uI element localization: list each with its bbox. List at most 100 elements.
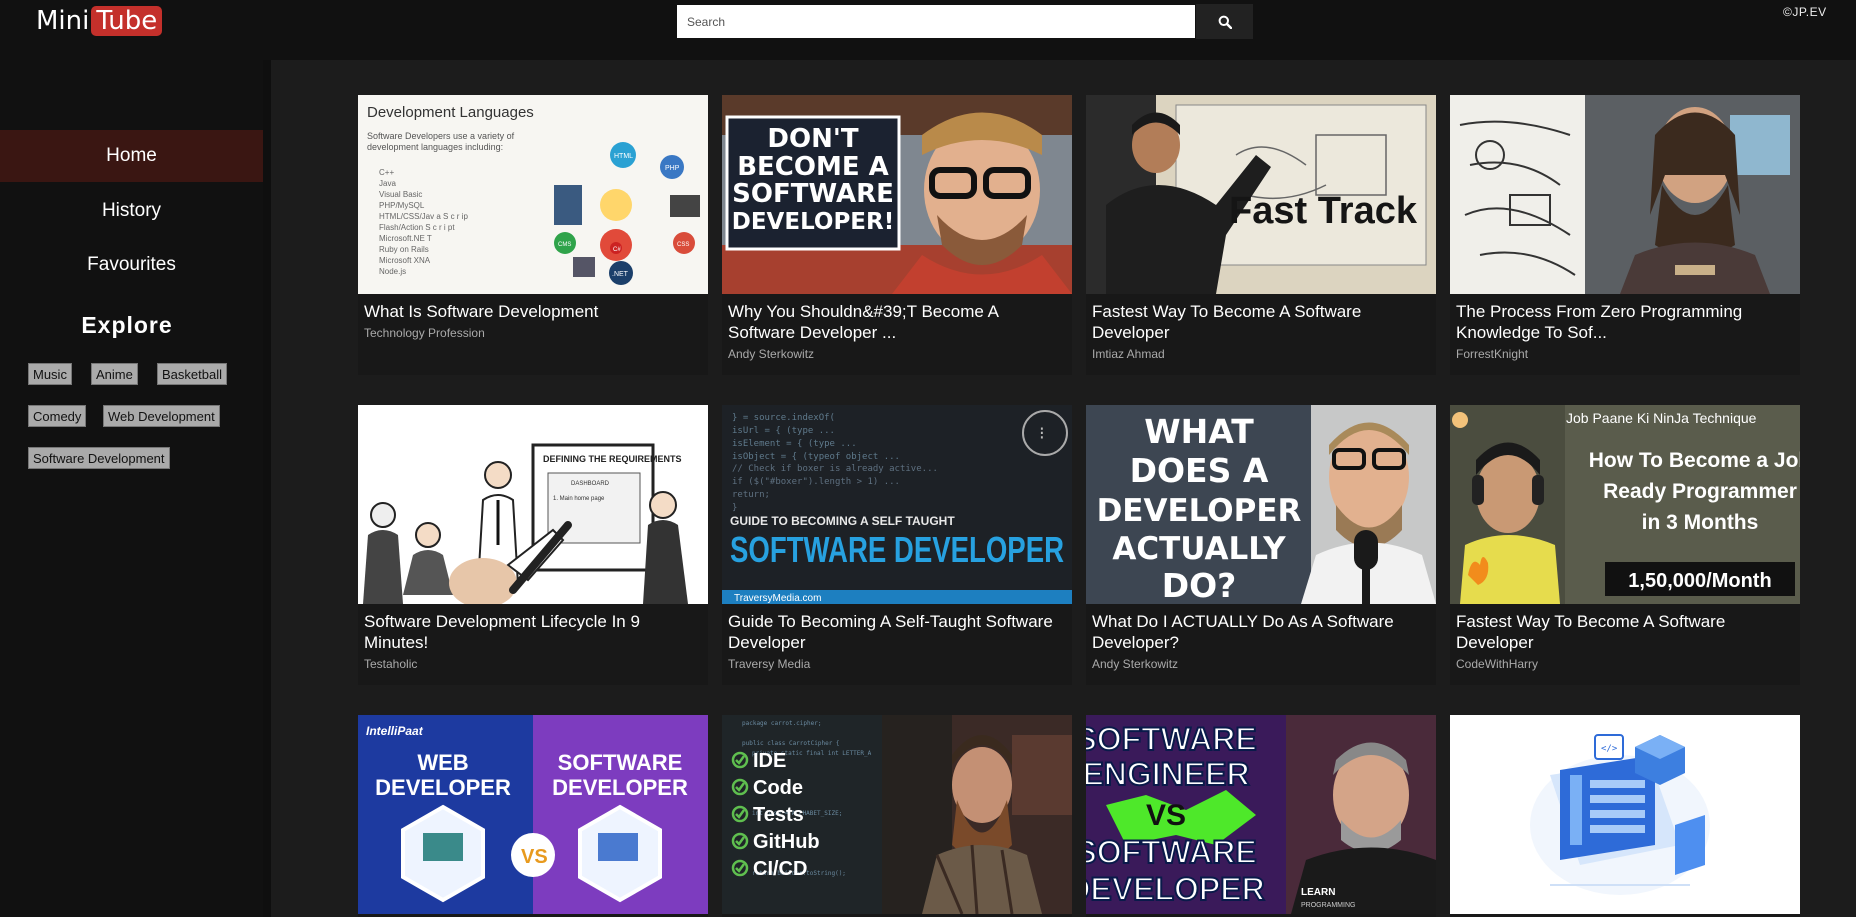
svg-text:PHP: PHP <box>665 165 680 172</box>
svg-text:WHAT: WHAT <box>1144 412 1254 451</box>
svg-text:Microsoft XNA: Microsoft XNA <box>379 256 431 265</box>
video-thumbnail[interactable]: package carrot.cipher; public class Carr… <box>722 715 1072 914</box>
tag-music[interactable]: Music <box>28 363 72 385</box>
tag-comedy[interactable]: Comedy <box>28 405 87 427</box>
video-channel[interactable]: ForrestKnight <box>1450 343 1800 361</box>
svg-text:GitHub: GitHub <box>753 831 820 853</box>
video-card[interactable]: IntelliPaat WEB DEVELOPER SOFTWARE DEVEL… <box>358 715 708 917</box>
video-channel[interactable]: Testaholic <box>358 653 708 671</box>
tag-anime[interactable]: Anime <box>91 363 138 385</box>
video-title[interactable]: What Do I ACTUALLY Do As A Software Deve… <box>1086 604 1436 653</box>
svg-text:isElement = { (type ...: isElement = { (type ... <box>732 439 857 449</box>
tag-web-development[interactable]: Web Development <box>103 405 220 427</box>
video-card[interactable]: WHAT DOES A DEVELOPER ACTUALLY DO? What … <box>1086 405 1436 685</box>
video-channel[interactable]: Imtiaz Ahmad <box>1086 343 1436 361</box>
svg-text:LEARN: LEARN <box>1301 887 1335 898</box>
nav-home[interactable]: Home <box>0 130 263 182</box>
svg-text:1. Main home page: 1. Main home page <box>553 496 605 502</box>
video-title[interactable]: Why You Shouldn&#39;T Become A Software … <box>722 294 1072 343</box>
search-input[interactable] <box>677 5 1195 38</box>
search-button[interactable] <box>1196 4 1253 39</box>
video-thumbnail[interactable]: DON'T BECOME A SOFTWARE DEVELOPER! <box>722 95 1072 294</box>
video-thumbnail[interactable]: Job Paane Ki NinJa Technique How To Beco… <box>1450 405 1800 604</box>
video-thumbnail[interactable]: Development Languages Software Developer… <box>358 95 708 294</box>
svg-text:in 3 Months: in 3 Months <box>1642 511 1759 534</box>
svg-text:BECOME A: BECOME A <box>737 152 889 182</box>
video-card[interactable]: } = source.indexOf( isUrl = { (type ... … <box>722 405 1072 685</box>
video-channel[interactable]: Andy Sterkowitz <box>722 343 1072 361</box>
video-card[interactable]: Fast Track Fastest Way To Become A Softw… <box>1086 95 1436 375</box>
svg-text:return;: return; <box>732 490 770 500</box>
video-thumbnail[interactable] <box>1450 95 1800 294</box>
svg-text:Node.js: Node.js <box>379 267 406 276</box>
svg-text:DEVELOPER: DEVELOPER <box>1086 871 1265 907</box>
svg-text:PROGRAMMING: PROGRAMMING <box>1301 902 1355 909</box>
svg-text:SOFTWARE: SOFTWARE <box>1086 721 1257 757</box>
svg-text:Ruby on Rails: Ruby on Rails <box>379 245 429 254</box>
svg-text:DEVELOPER!: DEVELOPER! <box>732 209 894 235</box>
nav-favourites[interactable]: Favourites <box>0 239 263 291</box>
video-channel[interactable]: Technology Profession <box>358 322 708 340</box>
video-card[interactable]: </> <box>1450 715 1800 917</box>
svg-text:isUrl = { (type ...: isUrl = { (type ... <box>732 426 835 436</box>
explore-heading: Explore <box>81 312 173 338</box>
svg-text:Java: Java <box>379 179 396 188</box>
nav-history[interactable]: History <box>0 185 263 237</box>
svg-text:SOFTWARE: SOFTWARE <box>558 750 683 775</box>
video-thumbnail[interactable]: } = source.indexOf( isUrl = { (type ... … <box>722 405 1072 604</box>
svg-text:isObject = { (typeof object .: isObject = { (typeof object ... <box>732 452 900 462</box>
svg-text:How To Become a Job: How To Become a Job <box>1589 449 1800 472</box>
video-thumbnail[interactable]: </> <box>1450 715 1800 914</box>
video-title[interactable]: What Is Software Development <box>358 294 708 322</box>
svg-text:Microsoft.NE T: Microsoft.NE T <box>379 234 432 243</box>
video-card[interactable]: Development Languages Software Developer… <box>358 95 708 375</box>
svg-text:.NET: .NET <box>612 271 629 278</box>
svg-text:development languages includin: development languages including: <box>367 142 503 152</box>
video-title[interactable]: Guide To Becoming A Self-Taught Software… <box>722 604 1072 653</box>
video-thumbnail[interactable]: IntelliPaat WEB DEVELOPER SOFTWARE DEVEL… <box>358 715 708 914</box>
svg-text:CMS: CMS <box>558 242 571 248</box>
video-thumbnail[interactable]: Fast Track <box>1086 95 1436 294</box>
video-channel[interactable]: Traversy Media <box>722 653 1072 671</box>
svg-text:DOES A: DOES A <box>1130 451 1269 490</box>
svg-text:C++: C++ <box>379 168 394 177</box>
svg-text:IDE: IDE <box>753 750 786 772</box>
logo[interactable]: Mini Tube <box>36 6 163 36</box>
svg-text:Flash/Action S c r i pt: Flash/Action S c r i pt <box>379 223 455 232</box>
video-title[interactable]: Software Development Lifecycle In 9 Minu… <box>358 604 708 653</box>
app-header: MiniTube ©JP.EV <box>0 0 1856 60</box>
video-title[interactable]: Fastest Way To Become A Software Develop… <box>1086 294 1436 343</box>
video-card[interactable]: DON'T BECOME A SOFTWARE DEVELOPER! Why Y… <box>722 95 1072 375</box>
svg-text:1,50,000/Month: 1,50,000/Month <box>1628 570 1771 592</box>
video-channel[interactable]: Andy Sterkowitz <box>1086 653 1436 671</box>
tag-basketball[interactable]: Basketball <box>157 363 227 385</box>
svg-text:SOFTWARE: SOFTWARE <box>732 179 894 209</box>
svg-text:package carrot.cipher;: package carrot.cipher; <box>742 720 821 727</box>
svg-text:// Check if boxer is already a: // Check if boxer is already active... <box>732 464 938 474</box>
video-card[interactable]: Job Paane Ki NinJa Technique How To Beco… <box>1450 405 1800 685</box>
svg-text:}: } <box>732 503 737 513</box>
video-thumbnail[interactable]: WHAT DOES A DEVELOPER ACTUALLY DO? <box>1086 405 1436 604</box>
logo-tube-text: Tube <box>91 6 163 36</box>
video-title[interactable]: The Process From Zero Programming Knowle… <box>1450 294 1800 343</box>
svg-text:GUIDE TO BECOMING A SELF TAUGH: GUIDE TO BECOMING A SELF TAUGHT <box>730 514 955 528</box>
tag-software-development[interactable]: Software Development <box>28 447 170 469</box>
video-card[interactable]: DEFINING THE REQUIREMENTS DASHBOARD 1. M… <box>358 405 708 685</box>
svg-text:SOFTWARE: SOFTWARE <box>1086 834 1257 870</box>
video-channel[interactable]: CodeWithHarry <box>1450 653 1800 671</box>
video-thumbnail[interactable]: DEFINING THE REQUIREMENTS DASHBOARD 1. M… <box>358 405 708 604</box>
svg-text:HTML/CSS/Jav a S c r ip: HTML/CSS/Jav a S c r ip <box>379 212 468 221</box>
video-card[interactable]: The Process From Zero Programming Knowle… <box>1450 95 1800 375</box>
svg-text:⁝: ⁝ <box>1039 423 1045 444</box>
svg-text:VS: VS <box>521 846 548 868</box>
sidebar: Home History Favourites Explore Music An… <box>0 60 263 917</box>
svg-text:DON'T: DON'T <box>767 124 858 154</box>
video-card[interactable]: LEARN PROGRAMMING SOFTWARE ENGINEER VS S… <box>1086 715 1436 917</box>
video-thumbnail[interactable]: LEARN PROGRAMMING SOFTWARE ENGINEER VS S… <box>1086 715 1436 914</box>
search-icon <box>1218 15 1232 29</box>
video-card[interactable]: package carrot.cipher; public class Carr… <box>722 715 1072 917</box>
svg-text:TraversyMedia.com: TraversyMedia.com <box>734 593 821 604</box>
thumb-text: Development Languages <box>367 104 534 121</box>
svg-text:Job Paane Ki NinJa Technique: Job Paane Ki NinJa Technique <box>1566 410 1757 426</box>
video-title[interactable]: Fastest Way To Become A Software Develop… <box>1450 604 1800 653</box>
